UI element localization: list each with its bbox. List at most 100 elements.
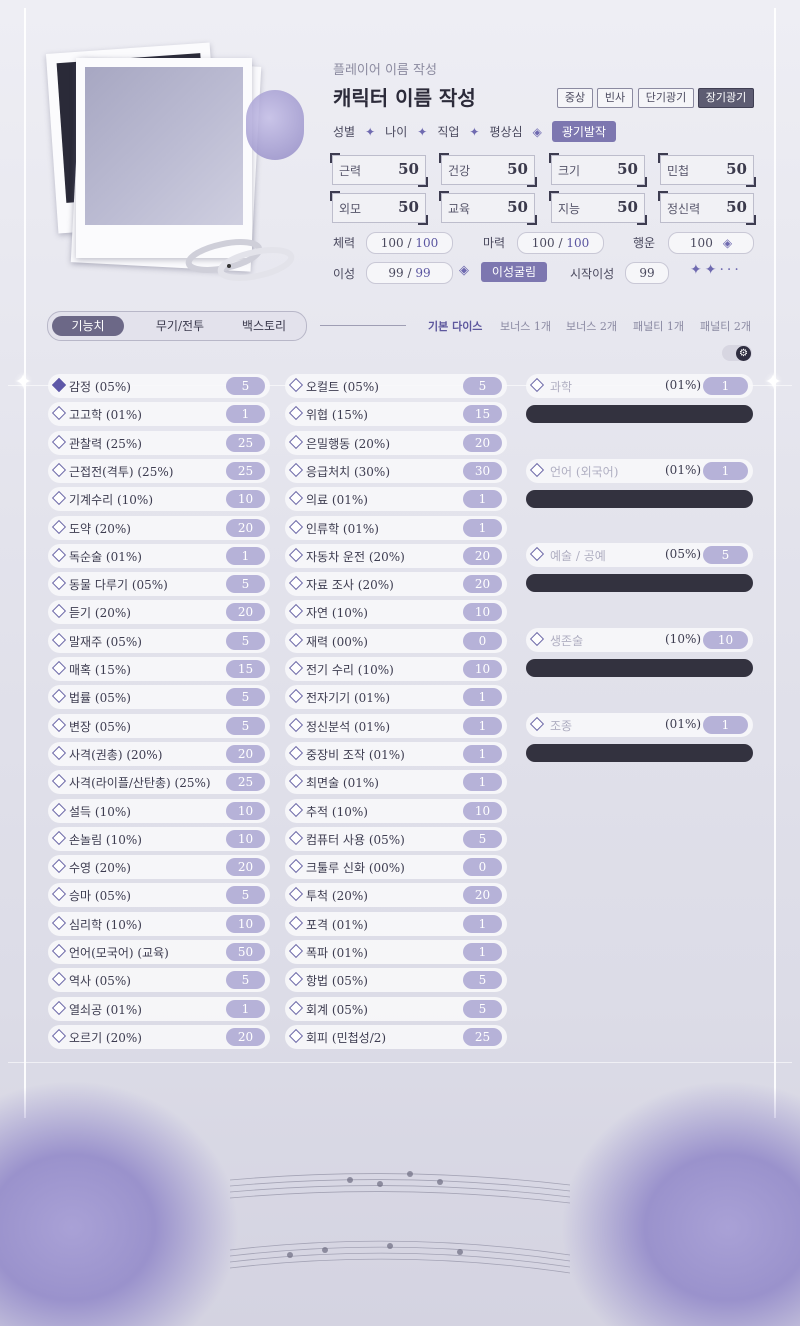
diamond-checkbox-icon[interactable] (51, 717, 67, 732)
dice-penalty-1[interactable]: 패널티 1개 (633, 318, 684, 334)
diamond-checkbox-icon[interactable] (51, 406, 67, 421)
skill-value[interactable]: 1 (463, 518, 502, 537)
tab-skills[interactable]: 기능치 (52, 316, 124, 336)
skill-value[interactable]: 25 (226, 461, 265, 480)
diamond-checkbox-icon[interactable] (51, 547, 67, 562)
diamond-checkbox-icon[interactable] (288, 887, 304, 902)
custom-skill-row[interactable]: 생존술 (10%) 10 (526, 628, 753, 653)
skill-value[interactable]: 20 (463, 433, 502, 452)
specialization-input[interactable] (526, 489, 753, 508)
diamond-checkbox-icon[interactable] (288, 576, 304, 591)
status-dying-button[interactable]: 빈사 (597, 88, 633, 108)
skill-value[interactable]: 10 (226, 914, 265, 933)
diamond-checkbox-icon[interactable] (51, 660, 67, 676)
gender-field[interactable]: 성별 (333, 123, 355, 140)
diamond-checkbox-icon[interactable] (288, 406, 304, 421)
custom-skill-row[interactable]: 과학 (01%) 1 (526, 374, 753, 398)
diamond-checkbox-icon[interactable] (51, 462, 67, 477)
skill-value[interactable]: 5 (226, 377, 265, 395)
skill-row[interactable]: 동물 다루기 (05%) 5 (48, 572, 270, 597)
age-field[interactable]: 나이 (385, 123, 407, 140)
skill-row[interactable]: 전자기기 (01%) 1 (285, 685, 507, 710)
skill-value[interactable]: 5 (463, 971, 502, 990)
skill-value[interactable]: 15 (226, 660, 265, 678)
skill-row[interactable]: 은밀행동 (20%) 20 (285, 430, 507, 455)
specialization-input[interactable] (526, 405, 753, 423)
skill-value[interactable]: 1 (463, 688, 502, 707)
diamond-checkbox-icon[interactable] (288, 972, 304, 987)
diamond-checkbox-icon[interactable] (288, 547, 304, 562)
skill-row[interactable]: 승마 (05%) 5 (48, 883, 270, 908)
skill-value[interactable]: 50 (226, 943, 265, 961)
skill-row[interactable]: 자동차 운전 (20%) 20 (285, 543, 507, 568)
diamond-checkbox-icon[interactable] (288, 774, 304, 789)
diamond-checkbox-icon[interactable] (51, 887, 67, 902)
diamond-checkbox-icon[interactable] (288, 689, 304, 704)
diamond-checkbox-icon[interactable] (529, 462, 545, 477)
skill-row[interactable]: 법률 (05%) 5 (48, 685, 270, 710)
skill-value[interactable]: 5 (463, 377, 502, 395)
stat-con[interactable]: 건강 50 (439, 153, 537, 187)
skill-value[interactable]: 25 (463, 1027, 502, 1046)
skill-value[interactable]: 5 (226, 971, 265, 990)
skill-value[interactable]: 0 (463, 631, 502, 650)
skill-value[interactable]: 30 (463, 461, 502, 480)
stat-int[interactable]: 지능 50 (549, 191, 647, 225)
diamond-checkbox-icon[interactable] (288, 519, 304, 534)
stat-edu[interactable]: 교육 50 (439, 191, 537, 225)
skill-value[interactable]: 10 (226, 801, 265, 820)
skill-value[interactable]: 20 (463, 575, 502, 594)
diamond-checkbox-icon[interactable] (51, 491, 67, 506)
skill-row[interactable]: 감정 (05%) 5 (48, 374, 270, 398)
skill-value[interactable]: 1 (703, 715, 748, 734)
skill-value[interactable]: 15 (463, 405, 502, 424)
skill-row[interactable]: 폭파 (01%) 1 (285, 940, 507, 964)
diamond-checkbox-icon[interactable] (288, 660, 304, 676)
skill-value[interactable]: 1 (226, 546, 265, 565)
diamond-checkbox-icon[interactable] (288, 491, 304, 506)
diamond-checkbox-icon[interactable] (288, 717, 304, 732)
skill-row[interactable]: 중장비 조작 (01%) 1 (285, 741, 507, 766)
diamond-checkbox-icon[interactable] (51, 377, 67, 393)
skill-row[interactable]: 사격(권총) (20%) 20 (48, 741, 270, 766)
player-name-field[interactable]: 플레이어 이름 작성 (333, 59, 437, 78)
skill-row[interactable]: 크툴루 신화 (00%) 0 (285, 855, 507, 880)
diamond-checkbox-icon[interactable] (529, 632, 545, 647)
sanity-field[interactable]: 99 / 99 (366, 262, 453, 284)
mp-field[interactable]: 100 / 100 (517, 232, 604, 254)
skill-row[interactable]: 손놀림 (10%) 10 (48, 826, 270, 851)
stat-siz[interactable]: 크기 50 (549, 153, 647, 187)
diamond-checkbox-icon[interactable] (51, 830, 67, 845)
skill-row[interactable]: 오컬트 (05%) 5 (285, 374, 507, 398)
diamond-checkbox-icon[interactable] (51, 915, 67, 930)
diamond-checkbox-icon[interactable] (529, 377, 545, 393)
skill-value[interactable]: 20 (226, 603, 265, 622)
diamond-checkbox-icon[interactable] (51, 434, 67, 449)
diamond-checkbox-icon[interactable] (51, 576, 67, 591)
skill-row[interactable]: 의료 (01%) 1 (285, 487, 507, 512)
dice-basic[interactable]: 기본 다이스 (428, 318, 482, 334)
skill-row[interactable]: 자료 조사 (20%) 20 (285, 572, 507, 597)
custom-skill-row[interactable]: 언어 (외국어) (01%) 1 (526, 458, 753, 483)
diamond-checkbox-icon[interactable] (51, 1000, 67, 1015)
skill-row[interactable]: 추적 (10%) 10 (285, 798, 507, 823)
profile-photo-stack[interactable] (45, 38, 306, 288)
skill-row[interactable]: 말재주 (05%) 5 (48, 628, 270, 653)
diamond-checkbox-icon[interactable] (51, 859, 67, 874)
diamond-checkbox-icon[interactable] (288, 462, 304, 477)
stat-dex[interactable]: 민첩 50 (658, 153, 756, 187)
skill-row[interactable]: 최면술 (01%) 1 (285, 770, 507, 795)
skill-row[interactable]: 항법 (05%) 5 (285, 968, 507, 993)
diamond-checkbox-icon[interactable] (51, 689, 67, 704)
skill-row[interactable]: 열쇠공 (01%) 1 (48, 996, 270, 1021)
skill-value[interactable]: 5 (226, 575, 265, 594)
hp-field[interactable]: 100 / 100 (366, 232, 453, 254)
madness-attack-badge[interactable]: 광기발작 (551, 121, 616, 142)
dice-bonus-2[interactable]: 보너스 2개 (566, 318, 617, 334)
skill-row[interactable]: 기계수리 (10%) 10 (48, 487, 270, 512)
sanity-roll-button[interactable]: 이성굴림 (481, 262, 547, 282)
diamond-checkbox-icon[interactable] (288, 830, 304, 845)
skill-value[interactable]: 10 (463, 603, 502, 622)
skill-value[interactable]: 5 (703, 546, 748, 565)
skill-value[interactable]: 1 (463, 744, 502, 763)
